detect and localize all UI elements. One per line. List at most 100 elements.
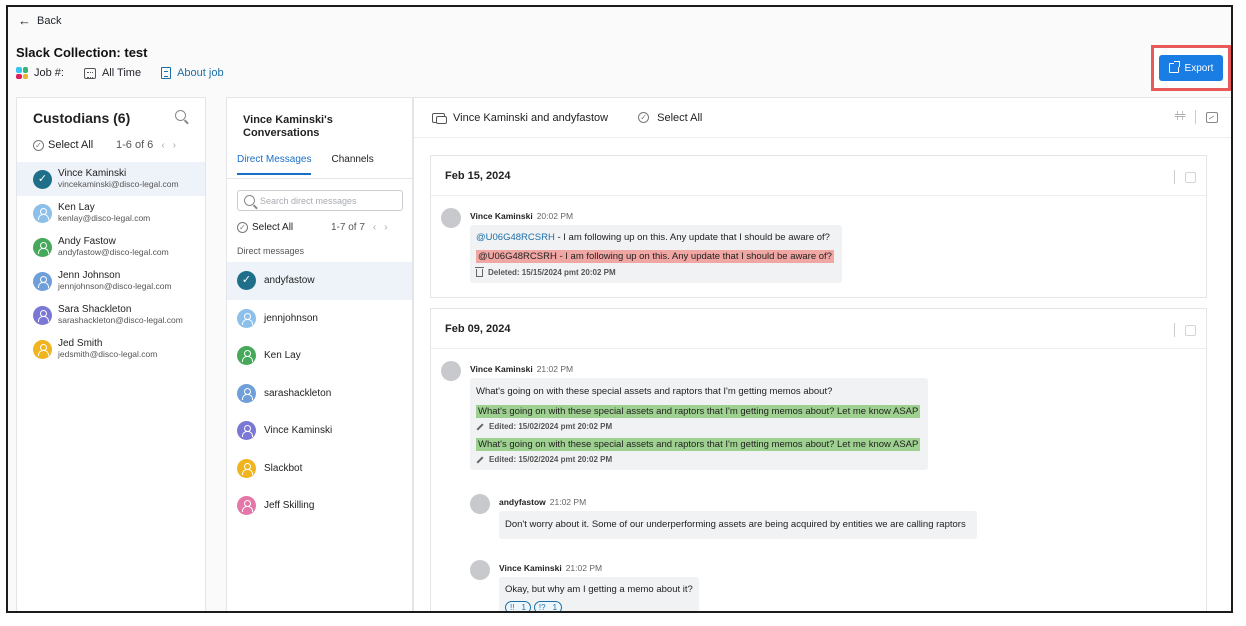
reactions: !! 1 !? 1 (505, 601, 563, 611)
custodian-item[interactable]: Sara Shackleton sarashackleton@disco-lega… (17, 298, 205, 332)
message-bubble: What's going on with these special asset… (470, 378, 928, 470)
avatar (237, 496, 256, 516)
custodian-email: vincekaminski@disco-legal.com (58, 178, 179, 189)
dm-item[interactable]: Slackbot (227, 450, 412, 488)
pager-range: 1-6 of 6 (116, 139, 154, 151)
edited-text: What's going on with these special asset… (476, 438, 921, 451)
person-icon (242, 350, 253, 363)
custodian-item[interactable]: Jenn Johnson jennjohnson@disco-legal.com (17, 264, 205, 298)
day-checkbox[interactable] (1185, 324, 1196, 336)
chevron-left-icon[interactable]: ‹ (373, 222, 376, 233)
select-all-label: Select All (48, 139, 94, 151)
dm-name: andyfastow (264, 275, 315, 287)
avatar (33, 237, 52, 257)
custodian-email: andyfastow@disco-legal.com (58, 246, 169, 257)
about-job-link[interactable]: About job (177, 67, 223, 79)
dm-section-label: Direct messages (237, 246, 305, 256)
dm-name: Slackbot (264, 462, 303, 474)
avatar (33, 305, 52, 325)
person-icon (38, 275, 49, 288)
custodian-item[interactable]: Jed Smith jedsmith@disco-legal.com (17, 332, 205, 366)
dm-item[interactable]: sarashackleton (227, 375, 412, 413)
dm-name: jennjohnson (264, 312, 318, 324)
dm-item[interactable]: Jeff Skilling (227, 487, 412, 525)
edited-note: Edited: 15/02/2024 pmt 20:02 PM (476, 455, 612, 464)
edited-note: Edited: 15/02/2024 pmt 20:02 PM (476, 422, 612, 431)
filter-sliders-icon[interactable]: ⫩⫩ (1174, 111, 1186, 124)
slack-logo-icon (16, 67, 28, 79)
reaction-pill[interactable]: !? 1 (533, 601, 563, 611)
job-meta: Job #: All Time About job (16, 67, 224, 79)
select-all-label: Select All (252, 222, 294, 233)
custodian-item[interactable]: Ken Lay kenlay@disco-legal.com (17, 196, 205, 230)
avatar (441, 361, 461, 381)
custodian-item[interactable]: ✓ Vince Kaminski vincekaminski@disco-legal… (17, 162, 205, 196)
message-bubble: @U06G48RCSRH - I am following up on this… (470, 225, 842, 283)
dm-list: ✓ andyfastow jennjohnson Ken Lay sarashackle… (227, 262, 412, 525)
search-icon (175, 110, 186, 121)
image-view-icon[interactable] (1206, 111, 1218, 123)
check-icon: ✓ (241, 274, 252, 287)
person-icon (242, 425, 253, 438)
dm-item[interactable]: jennjohnson (227, 300, 412, 338)
day-date: Feb 15, 2024 (445, 169, 511, 182)
message-meta: andyfastow 21:02 PM (499, 497, 587, 507)
export-button[interactable]: Export (1159, 55, 1223, 81)
dm-search-box (237, 190, 403, 211)
message-text: Don't worry about it. Some of our underp… (505, 519, 966, 530)
custodian-email: sarashackleton@disco-legal.com (58, 314, 183, 325)
chat-icon (432, 112, 447, 124)
dm-item[interactable]: Ken Lay (227, 337, 412, 375)
pager-range: 1-7 of 7 (331, 222, 365, 233)
avatar (237, 421, 256, 441)
avatar: ✓ (33, 169, 52, 189)
tab-direct-messages[interactable]: Direct Messages (237, 154, 312, 175)
dm-search-input[interactable] (260, 195, 400, 206)
chevron-right-icon[interactable]: › (173, 140, 176, 151)
avatar (441, 208, 461, 228)
avatar (33, 203, 52, 223)
custodian-email: kenlay@disco-legal.com (58, 212, 151, 223)
dm-select-all[interactable]: ✓ Select All (237, 222, 293, 233)
reaction-pill[interactable]: !! 1 (505, 601, 531, 611)
custodian-item[interactable]: Andy Fastow andyfastow@disco-legal.com (17, 230, 205, 264)
person-icon (242, 500, 253, 513)
person-icon (38, 207, 49, 220)
conversations-title: Vince Kaminski's Conversations (243, 114, 333, 139)
deleted-text: @U06G48RCSRH - I am following up on this… (476, 250, 834, 263)
message-meta: Vince Kaminski 21:02 PM (470, 364, 574, 374)
pencil-icon (476, 422, 484, 431)
custodians-select-all[interactable]: ✓ Select All (33, 139, 93, 151)
person-icon (242, 387, 253, 400)
message-bubble: Don't worry about it. Some of our underp… (499, 511, 977, 539)
avatar (237, 458, 256, 478)
external-link-icon (1168, 61, 1180, 73)
export-label: Export (1184, 62, 1214, 74)
custodian-email: jedsmith@disco-legal.com (58, 348, 158, 359)
day-checkbox[interactable] (1185, 171, 1196, 183)
tab-channels[interactable]: Channels (331, 154, 373, 175)
dm-name: sarashackleton (264, 387, 332, 399)
document-icon (161, 67, 172, 79)
check-circle-icon: ✓ (237, 222, 248, 233)
person-icon (38, 343, 49, 356)
avatar (33, 271, 52, 291)
check-circle-icon: ✓ (33, 139, 44, 151)
back-button[interactable]: ← Back (18, 14, 61, 27)
chevron-right-icon[interactable]: › (384, 222, 387, 233)
custodian-search-button[interactable] (175, 110, 186, 124)
conversation-title: Vince Kaminski and andyfastow (453, 111, 609, 124)
custodian-list: ✓ Vince Kaminski vincekaminski@disco-legal… (17, 162, 205, 366)
select-all-messages[interactable]: Select All (657, 112, 702, 124)
dm-pager: 1-7 of 7 ‹ › (331, 222, 388, 233)
deleted-note: Deleted: 15/15/2024 pmt 20:02 PM (475, 266, 616, 277)
dm-item[interactable]: Vince Kaminski (227, 412, 412, 450)
user-mention[interactable]: @U06G48RCSRH (476, 232, 555, 243)
calendar-icon (83, 67, 96, 79)
chevron-left-icon[interactable]: ‹ (161, 140, 164, 151)
search-icon (244, 195, 255, 206)
dm-item[interactable]: ✓ andyfastow (227, 262, 412, 300)
check-icon: ✓ (37, 172, 48, 185)
conversation-header: Vince Kaminski and andyfastow ✓ Select A… (414, 98, 1231, 138)
avatar (237, 308, 256, 328)
